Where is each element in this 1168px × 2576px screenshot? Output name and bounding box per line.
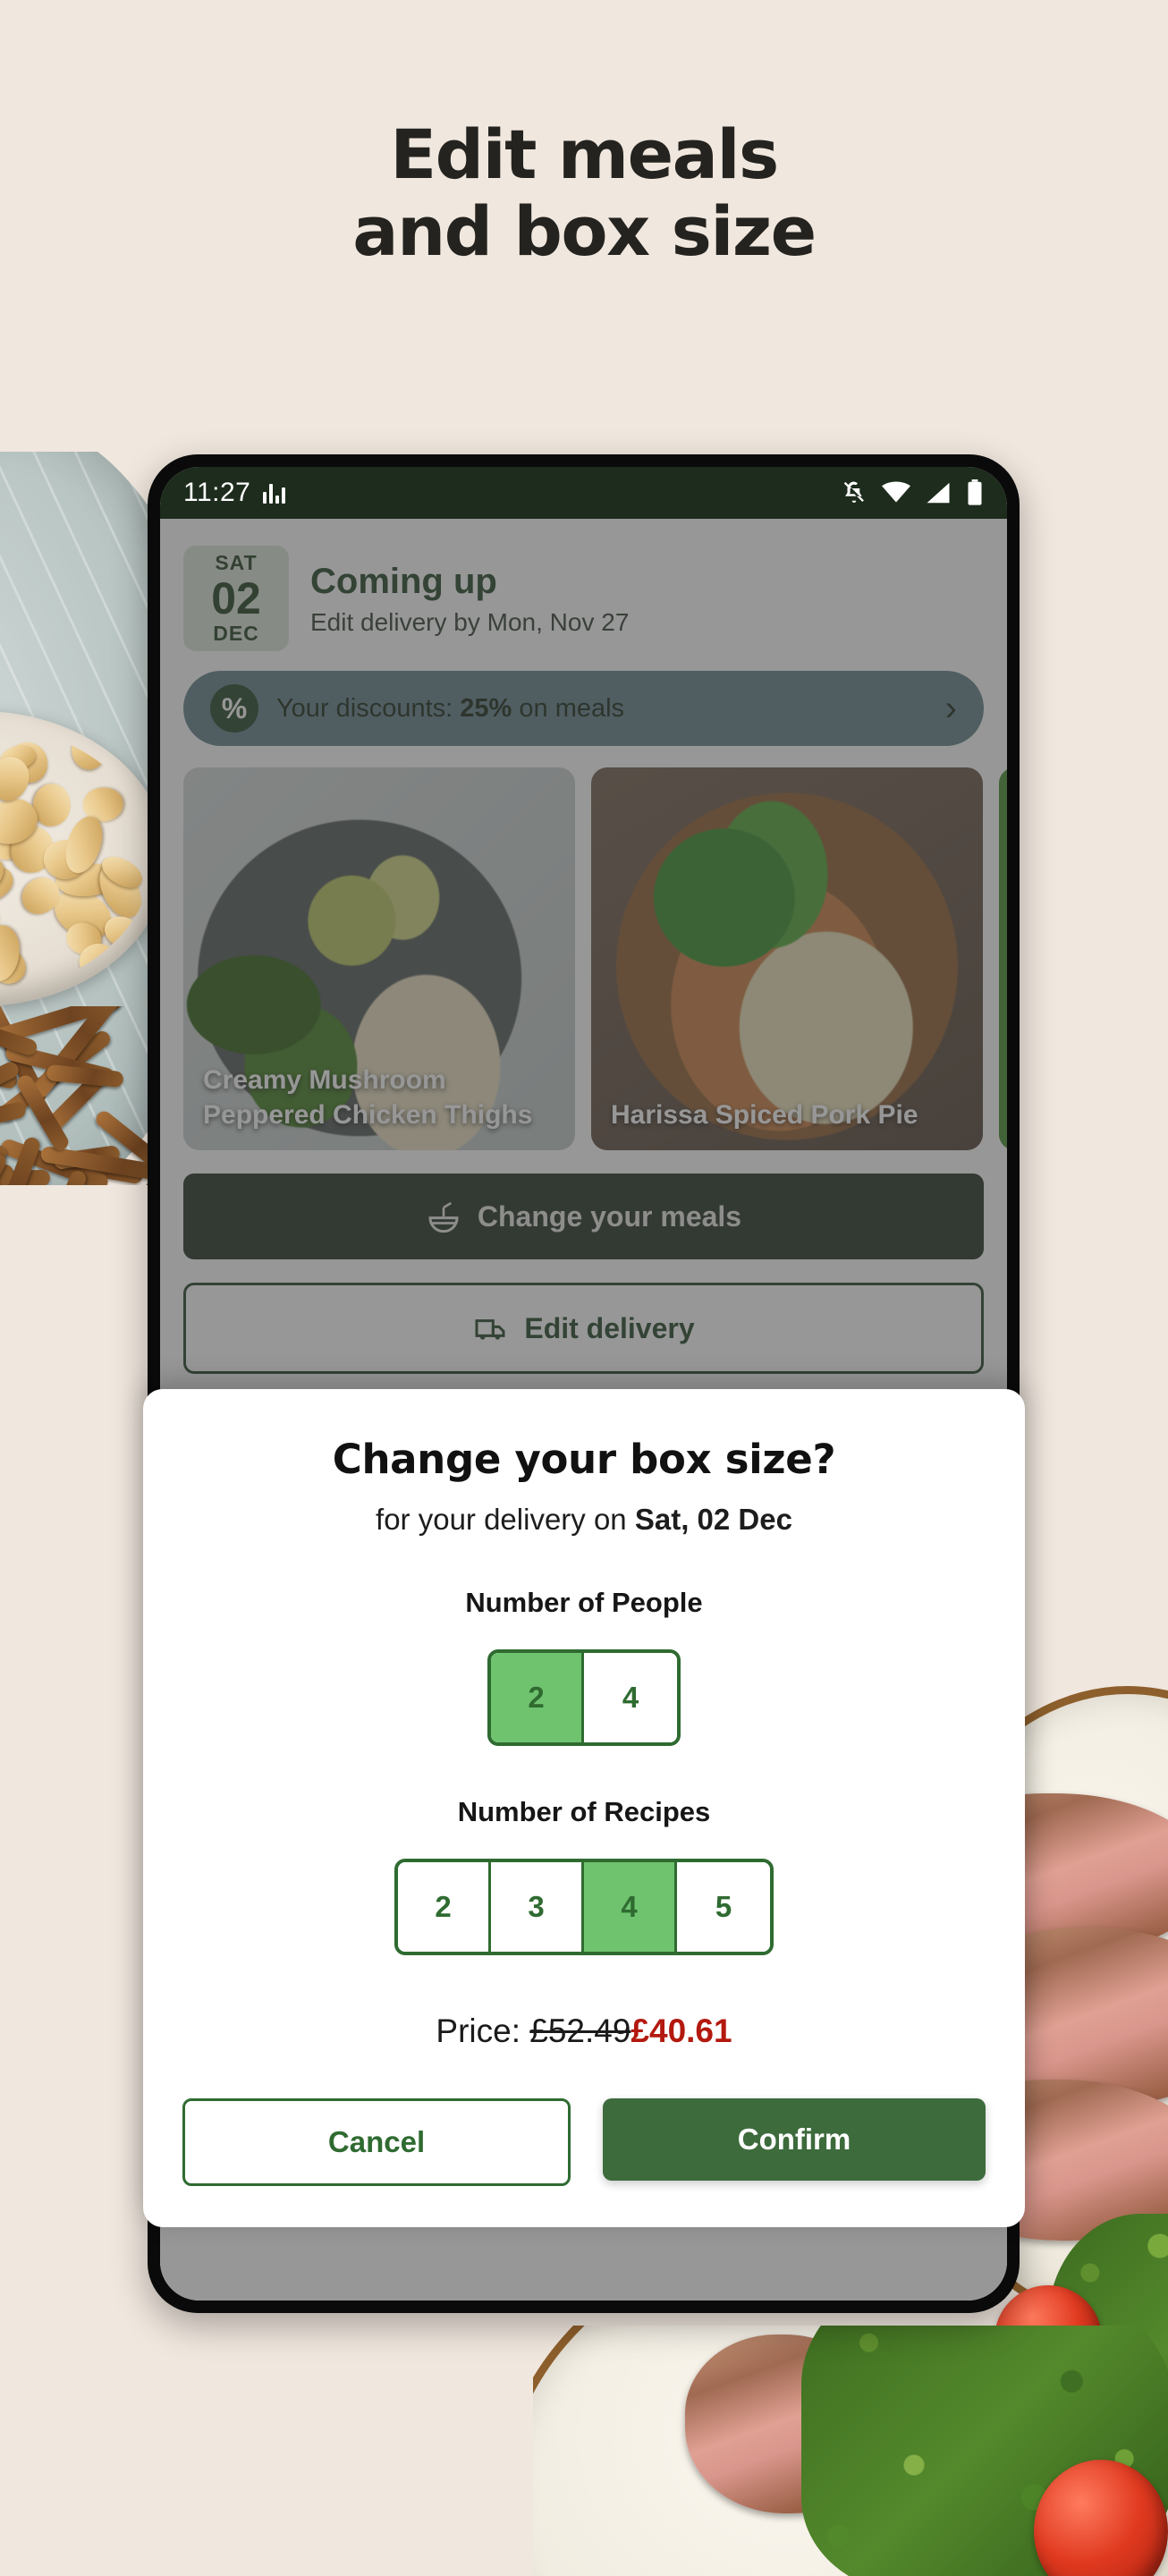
chevron-right-icon: › (944, 689, 957, 728)
delivery-truck-icon (475, 1319, 505, 1340)
dialog-subtitle: for your delivery on Sat, 02 Dec (182, 1503, 986, 1537)
meal-card[interactable]: Creamy Mushroom Peppered Chicken Thighs (183, 767, 575, 1150)
confirm-button[interactable]: Confirm (603, 2098, 986, 2181)
change-meals-button[interactable]: Change your meals (183, 1174, 984, 1259)
fried-shallot (46, 1063, 124, 1088)
dialog-title: Change your box size? (332, 1436, 836, 1483)
price-discounted: £40.61 (631, 2012, 732, 2049)
recipes-option-3[interactable]: 3 (491, 1862, 584, 1952)
coming-up-text: Coming up Edit delivery by Mon, Nov 27 (310, 560, 629, 637)
price-label: Price: (436, 2012, 530, 2049)
discount-banner-text: Your discounts: 25% on meals (276, 694, 624, 724)
discount-value: 25% (460, 693, 512, 723)
bowl-icon (428, 1201, 459, 1233)
number-of-people-segmented-control[interactable]: 24 (487, 1649, 681, 1746)
dialog-subtitle-date: Sat, 02 Dec (634, 1503, 792, 1536)
meal-image (591, 767, 983, 1150)
date-day-number: 02 (211, 572, 261, 623)
dialog-subtitle-prefix: for your delivery on (376, 1503, 635, 1536)
equalizer-icon (263, 482, 286, 504)
percent-icon: % (210, 684, 258, 733)
page-title-line-1: Edit meals (390, 114, 779, 194)
people-option-4[interactable]: 4 (584, 1653, 677, 1742)
page-title-line-2: and box size (352, 191, 817, 271)
price-line: Price: £52.49£40.61 (182, 2012, 986, 2050)
number-of-people-label: Number of People (465, 1587, 703, 1618)
fried-shallot (0, 1101, 28, 1143)
meal-title: Harissa Spiced Pork Pie (611, 1099, 918, 1130)
meal-card[interactable]: Harissa Spiced Pork Pie (591, 767, 983, 1150)
recipes-option-2[interactable]: 2 (398, 1862, 491, 1952)
wifi-icon (882, 481, 910, 503)
recipes-option-5[interactable]: 5 (677, 1862, 770, 1952)
coming-up-subtitle: Edit delivery by Mon, Nov 27 (310, 608, 630, 636)
meal-image (999, 767, 1007, 1150)
change-box-size-dialog: Change your box size? for your delivery … (143, 1389, 1025, 2227)
meal-carousel[interactable]: Creamy Mushroom Peppered Chicken Thighs … (180, 767, 1007, 1150)
date-month: DEC (213, 622, 259, 646)
screenshot-root: Edit meals and box size 11:27 SAT 02 DEC… (0, 0, 1168, 2576)
change-meals-label: Change your meals (477, 1199, 742, 1233)
meal-card[interactable] (999, 767, 1007, 1150)
people-option-2[interactable]: 2 (491, 1653, 584, 1742)
cellular-signal-icon (927, 482, 950, 504)
status-bar-icons (841, 479, 984, 506)
notifications-off-icon (843, 481, 864, 503)
number-of-recipes-group: 2345 (182, 1859, 986, 1955)
cancel-button[interactable]: Cancel (182, 2098, 571, 2186)
number-of-recipes-label: Number of Recipes (457, 1796, 711, 1827)
coming-up-section: SAT 02 DEC Coming up Edit delivery by Mo… (180, 533, 987, 667)
dialog-actions: Cancel Confirm (182, 2098, 986, 2186)
discount-banner[interactable]: % Your discounts: 25% on meals › (183, 671, 984, 746)
status-bar: 11:27 (160, 467, 1007, 519)
number-of-recipes-segmented-control[interactable]: 2345 (394, 1859, 774, 1955)
discount-suffix: on meals (512, 693, 625, 723)
price-original: £52.49 (529, 2012, 631, 2049)
discount-prefix: Your discounts: (276, 693, 461, 723)
number-of-people-group: 24 (182, 1649, 986, 1746)
delivery-date-chip: SAT 02 DEC (183, 546, 289, 651)
coming-up-title: Coming up (310, 562, 497, 601)
background-photo-steak-bottom (533, 2326, 1168, 2576)
date-day-of-week: SAT (215, 550, 258, 574)
edit-delivery-button[interactable]: Edit delivery (183, 1283, 984, 1374)
recipes-option-4[interactable]: 4 (584, 1862, 677, 1952)
status-bar-time: 11:27 (183, 478, 251, 507)
edit-delivery-label: Edit delivery (524, 1311, 695, 1344)
page-title: Edit meals and box size (0, 116, 1168, 270)
meal-title: Creamy Mushroom Peppered Chicken Thighs (203, 1065, 533, 1130)
battery-icon (968, 479, 982, 505)
